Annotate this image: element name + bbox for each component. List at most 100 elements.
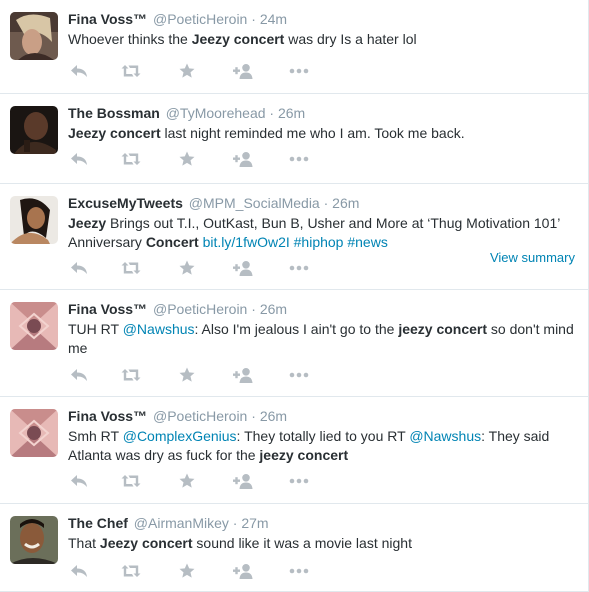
- tweet-card[interactable]: Fina Voss™ @PoeticHeroin · 26m TUH RT @Na…: [0, 290, 589, 397]
- tweet-card[interactable]: The Bossman @TyMoorehead · 26m Jeezy conc…: [0, 94, 589, 184]
- highlighted-keyword: Jeezy concert: [191, 31, 285, 47]
- tweet-card[interactable]: Fina Voss™ @PoeticHeroin · 26m Smh RT @Co…: [0, 397, 589, 504]
- reply-button[interactable]: [68, 366, 90, 384]
- author-name[interactable]: ExcuseMyTweets: [68, 195, 183, 211]
- follow-icon: [233, 151, 253, 167]
- follow-button[interactable]: [232, 472, 254, 490]
- hashtag-link[interactable]: #hiphop: [294, 234, 344, 250]
- author-handle[interactable]: @PoeticHeroin: [153, 408, 247, 424]
- tweet-timestamp[interactable]: 26m: [260, 301, 287, 317]
- follow-button[interactable]: [232, 562, 254, 580]
- header-separator: ·: [269, 105, 275, 121]
- text-segment: That: [68, 535, 100, 551]
- avatar[interactable]: [10, 106, 58, 154]
- favorite-button[interactable]: [176, 472, 198, 490]
- hashtag-link[interactable]: #news: [347, 234, 387, 250]
- tweet-header: The Chef @AirmanMikey · 27m: [68, 514, 577, 532]
- retweet-icon: [121, 474, 141, 488]
- header-separator: ·: [251, 11, 256, 27]
- reply-button[interactable]: [68, 562, 90, 580]
- favorite-button[interactable]: [176, 62, 198, 80]
- author-handle[interactable]: @MPM_SocialMedia: [189, 195, 320, 211]
- reply-button[interactable]: [68, 150, 90, 168]
- follow-button[interactable]: [232, 259, 254, 277]
- tweet-card[interactable]: Fina Voss™ @PoeticHeroin · 24m Whoever th…: [0, 0, 589, 94]
- tweet-card[interactable]: ExcuseMyTweets @MPM_SocialMedia · 26m Jee…: [0, 184, 589, 290]
- avatar[interactable]: [10, 516, 58, 564]
- avatar[interactable]: [10, 196, 58, 244]
- tweet-text: That Jeezy concert sound like it was a m…: [68, 534, 577, 553]
- more-icon: [289, 568, 309, 574]
- retweet-button[interactable]: [120, 150, 142, 168]
- reply-button[interactable]: [68, 472, 90, 490]
- retweet-button[interactable]: [120, 472, 142, 490]
- retweet-button[interactable]: [120, 62, 142, 80]
- favorite-button[interactable]: [176, 259, 198, 277]
- reply-icon: [70, 64, 88, 78]
- more-button[interactable]: [288, 62, 310, 80]
- follow-button[interactable]: [232, 150, 254, 168]
- avatar[interactable]: [10, 12, 58, 60]
- follow-button[interactable]: [232, 62, 254, 80]
- more-button[interactable]: [288, 472, 310, 490]
- follow-icon: [233, 563, 253, 579]
- author-handle[interactable]: @AirmanMikey: [134, 515, 229, 531]
- retweet-button[interactable]: [120, 562, 142, 580]
- author-handle[interactable]: @TyMoorehead: [166, 105, 266, 121]
- mention-link[interactable]: @Nawshus: [123, 321, 195, 337]
- follow-button[interactable]: [232, 366, 254, 384]
- header-separator: ·: [251, 408, 256, 424]
- more-button[interactable]: [288, 562, 310, 580]
- favorite-icon: [179, 63, 195, 79]
- tweet-card[interactable]: The Chef @AirmanMikey · 27m That Jeezy co…: [0, 504, 589, 592]
- tweet-text: Smh RT @ComplexGenius: They totally lied…: [68, 427, 577, 465]
- avatar[interactable]: [10, 302, 58, 350]
- header-separator: ·: [232, 515, 238, 531]
- author-handle[interactable]: @PoeticHeroin: [153, 11, 247, 27]
- highlighted-keyword: jeezy concert: [398, 321, 488, 337]
- author-handle[interactable]: @PoeticHeroin: [153, 301, 247, 317]
- tweet-timestamp[interactable]: 26m: [260, 408, 287, 424]
- reply-icon: [70, 152, 88, 166]
- favorite-icon: [179, 260, 195, 276]
- view-summary-link[interactable]: View summary: [490, 250, 575, 265]
- url-link[interactable]: bit.ly/1fwOw2I: [203, 234, 290, 250]
- author-name[interactable]: Fina Voss™: [68, 301, 147, 317]
- tweet-timestamp[interactable]: 24m: [260, 11, 287, 27]
- tweet-content: Fina Voss™ @PoeticHeroin · 26m TUH RT @Na…: [68, 300, 577, 358]
- retweet-icon: [121, 64, 141, 78]
- favorite-button[interactable]: [176, 366, 198, 384]
- retweet-icon: [121, 261, 141, 275]
- favorite-icon: [179, 473, 195, 489]
- favorite-icon: [179, 151, 195, 167]
- more-button[interactable]: [288, 366, 310, 384]
- reply-icon: [70, 474, 88, 488]
- favorite-button[interactable]: [176, 562, 198, 580]
- author-name[interactable]: The Chef: [68, 515, 128, 531]
- tweet-header: Fina Voss™ @PoeticHeroin · 26m: [68, 407, 577, 425]
- tweet-timestamp[interactable]: 26m: [332, 195, 359, 211]
- text-segment: : They totally lied to you RT: [236, 428, 410, 444]
- more-icon: [289, 156, 309, 162]
- retweet-button[interactable]: [120, 259, 142, 277]
- tweet-text: Jeezy concert last night reminded me who…: [68, 124, 577, 143]
- mention-link[interactable]: @Nawshus: [409, 428, 481, 444]
- author-name[interactable]: Fina Voss™: [68, 408, 147, 424]
- tweet-timestamp[interactable]: 26m: [278, 105, 305, 121]
- favorite-button[interactable]: [176, 150, 198, 168]
- retweet-button[interactable]: [120, 366, 142, 384]
- mention-link[interactable]: @ComplexGenius: [123, 428, 237, 444]
- follow-icon: [233, 63, 253, 79]
- tweet-header: Fina Voss™ @PoeticHeroin · 26m: [68, 300, 577, 318]
- more-button[interactable]: [288, 259, 310, 277]
- tweet-timestamp[interactable]: 27m: [241, 515, 268, 531]
- reply-button[interactable]: [68, 259, 90, 277]
- author-name[interactable]: The Bossman: [68, 105, 160, 121]
- reply-button[interactable]: [68, 62, 90, 80]
- more-button[interactable]: [288, 150, 310, 168]
- author-name[interactable]: Fina Voss™: [68, 11, 147, 27]
- follow-icon: [233, 260, 253, 276]
- retweet-icon: [121, 152, 141, 166]
- reply-icon: [70, 368, 88, 382]
- avatar[interactable]: [10, 409, 58, 457]
